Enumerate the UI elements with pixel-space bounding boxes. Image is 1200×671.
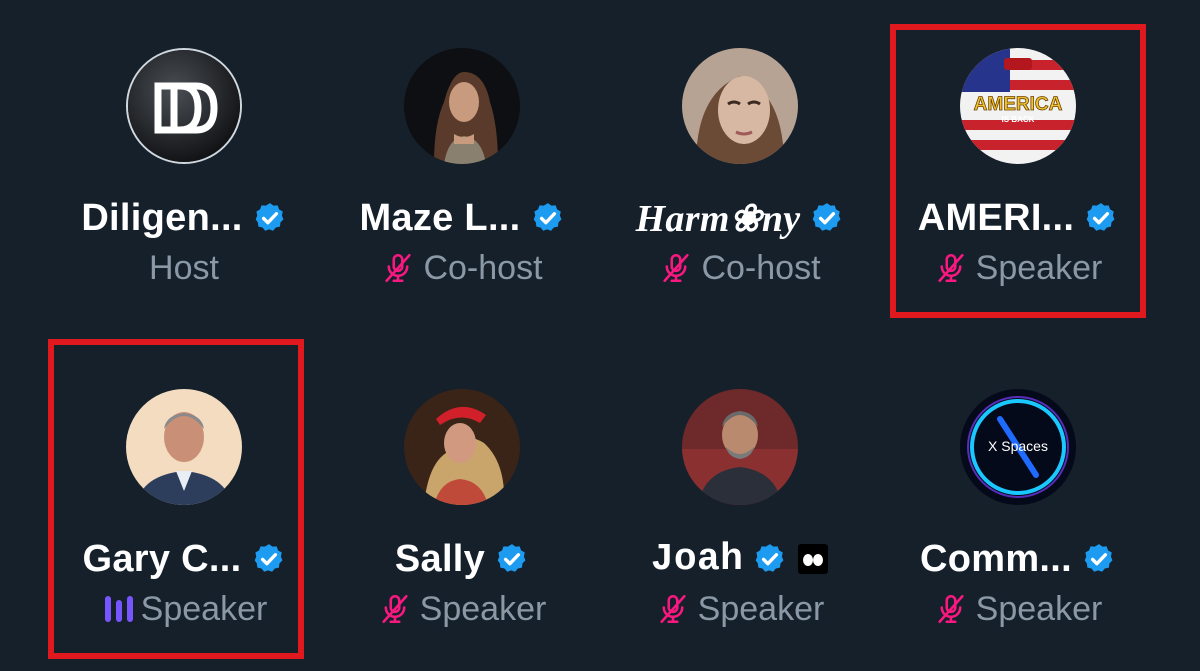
avatar[interactable] [126,48,242,164]
participant-card-maze[interactable]: Maze L... Co-host [323,0,601,290]
participant-role: Host [149,248,219,287]
verified-badge-icon [531,201,565,235]
participant-card-harmony[interactable]: Harm❀ny Co-host [601,0,879,290]
participant-name: Comm... [919,537,1072,580]
verified-badge-icon [753,542,787,576]
verified-badge-icon [253,201,287,235]
user-photo-icon [404,389,520,505]
user-photo-icon [682,48,798,164]
avatar[interactable] [404,48,520,164]
participant-name: Harm❀ny [635,197,801,240]
mic-muted-icon [659,251,693,285]
x-spaces-logo-icon: X Spaces [960,389,1076,505]
mic-muted-icon [381,251,415,285]
mic-muted-icon [656,592,690,626]
avatar-logo-text: X Spaces [988,438,1048,454]
participant-card-diligen[interactable]: Diligen... Host [45,0,323,290]
participant-card-joah[interactable]: Joah Speaker [601,341,879,631]
participant-role: Co-host [423,248,543,287]
eyes-badge-icon [797,543,829,575]
avatar[interactable] [682,389,798,505]
participant-name: Joah [650,537,744,581]
participant-card-comm[interactable]: X Spaces Comm... Speaker [879,341,1157,631]
user-photo-icon [404,48,520,164]
mic-muted-icon [378,592,412,626]
user-photo-icon [682,389,798,505]
highlight-box-gary [48,339,304,659]
participant-name: Maze L... [359,196,521,239]
participant-role: Speaker [419,589,547,628]
participant-role: Speaker [697,589,825,628]
highlight-box-ameri [890,24,1146,318]
participant-role: Speaker [975,589,1103,628]
avatar[interactable] [682,48,798,164]
participant-role: Co-host [701,248,821,287]
participant-name: Sally [394,537,486,580]
participant-name: Diligen... [81,196,243,239]
mic-muted-icon [934,592,968,626]
verified-badge-icon [810,201,844,235]
speaker-grid: Diligen... Host Maze L... Co-host Harm❀n… [0,0,1200,671]
dd-logo-icon [128,50,240,162]
verified-badge-icon [495,542,529,576]
verified-badge-icon [1082,542,1116,576]
avatar[interactable] [404,389,520,505]
avatar[interactable]: X Spaces [960,389,1076,505]
participant-card-sally[interactable]: Sally Speaker [323,341,601,631]
